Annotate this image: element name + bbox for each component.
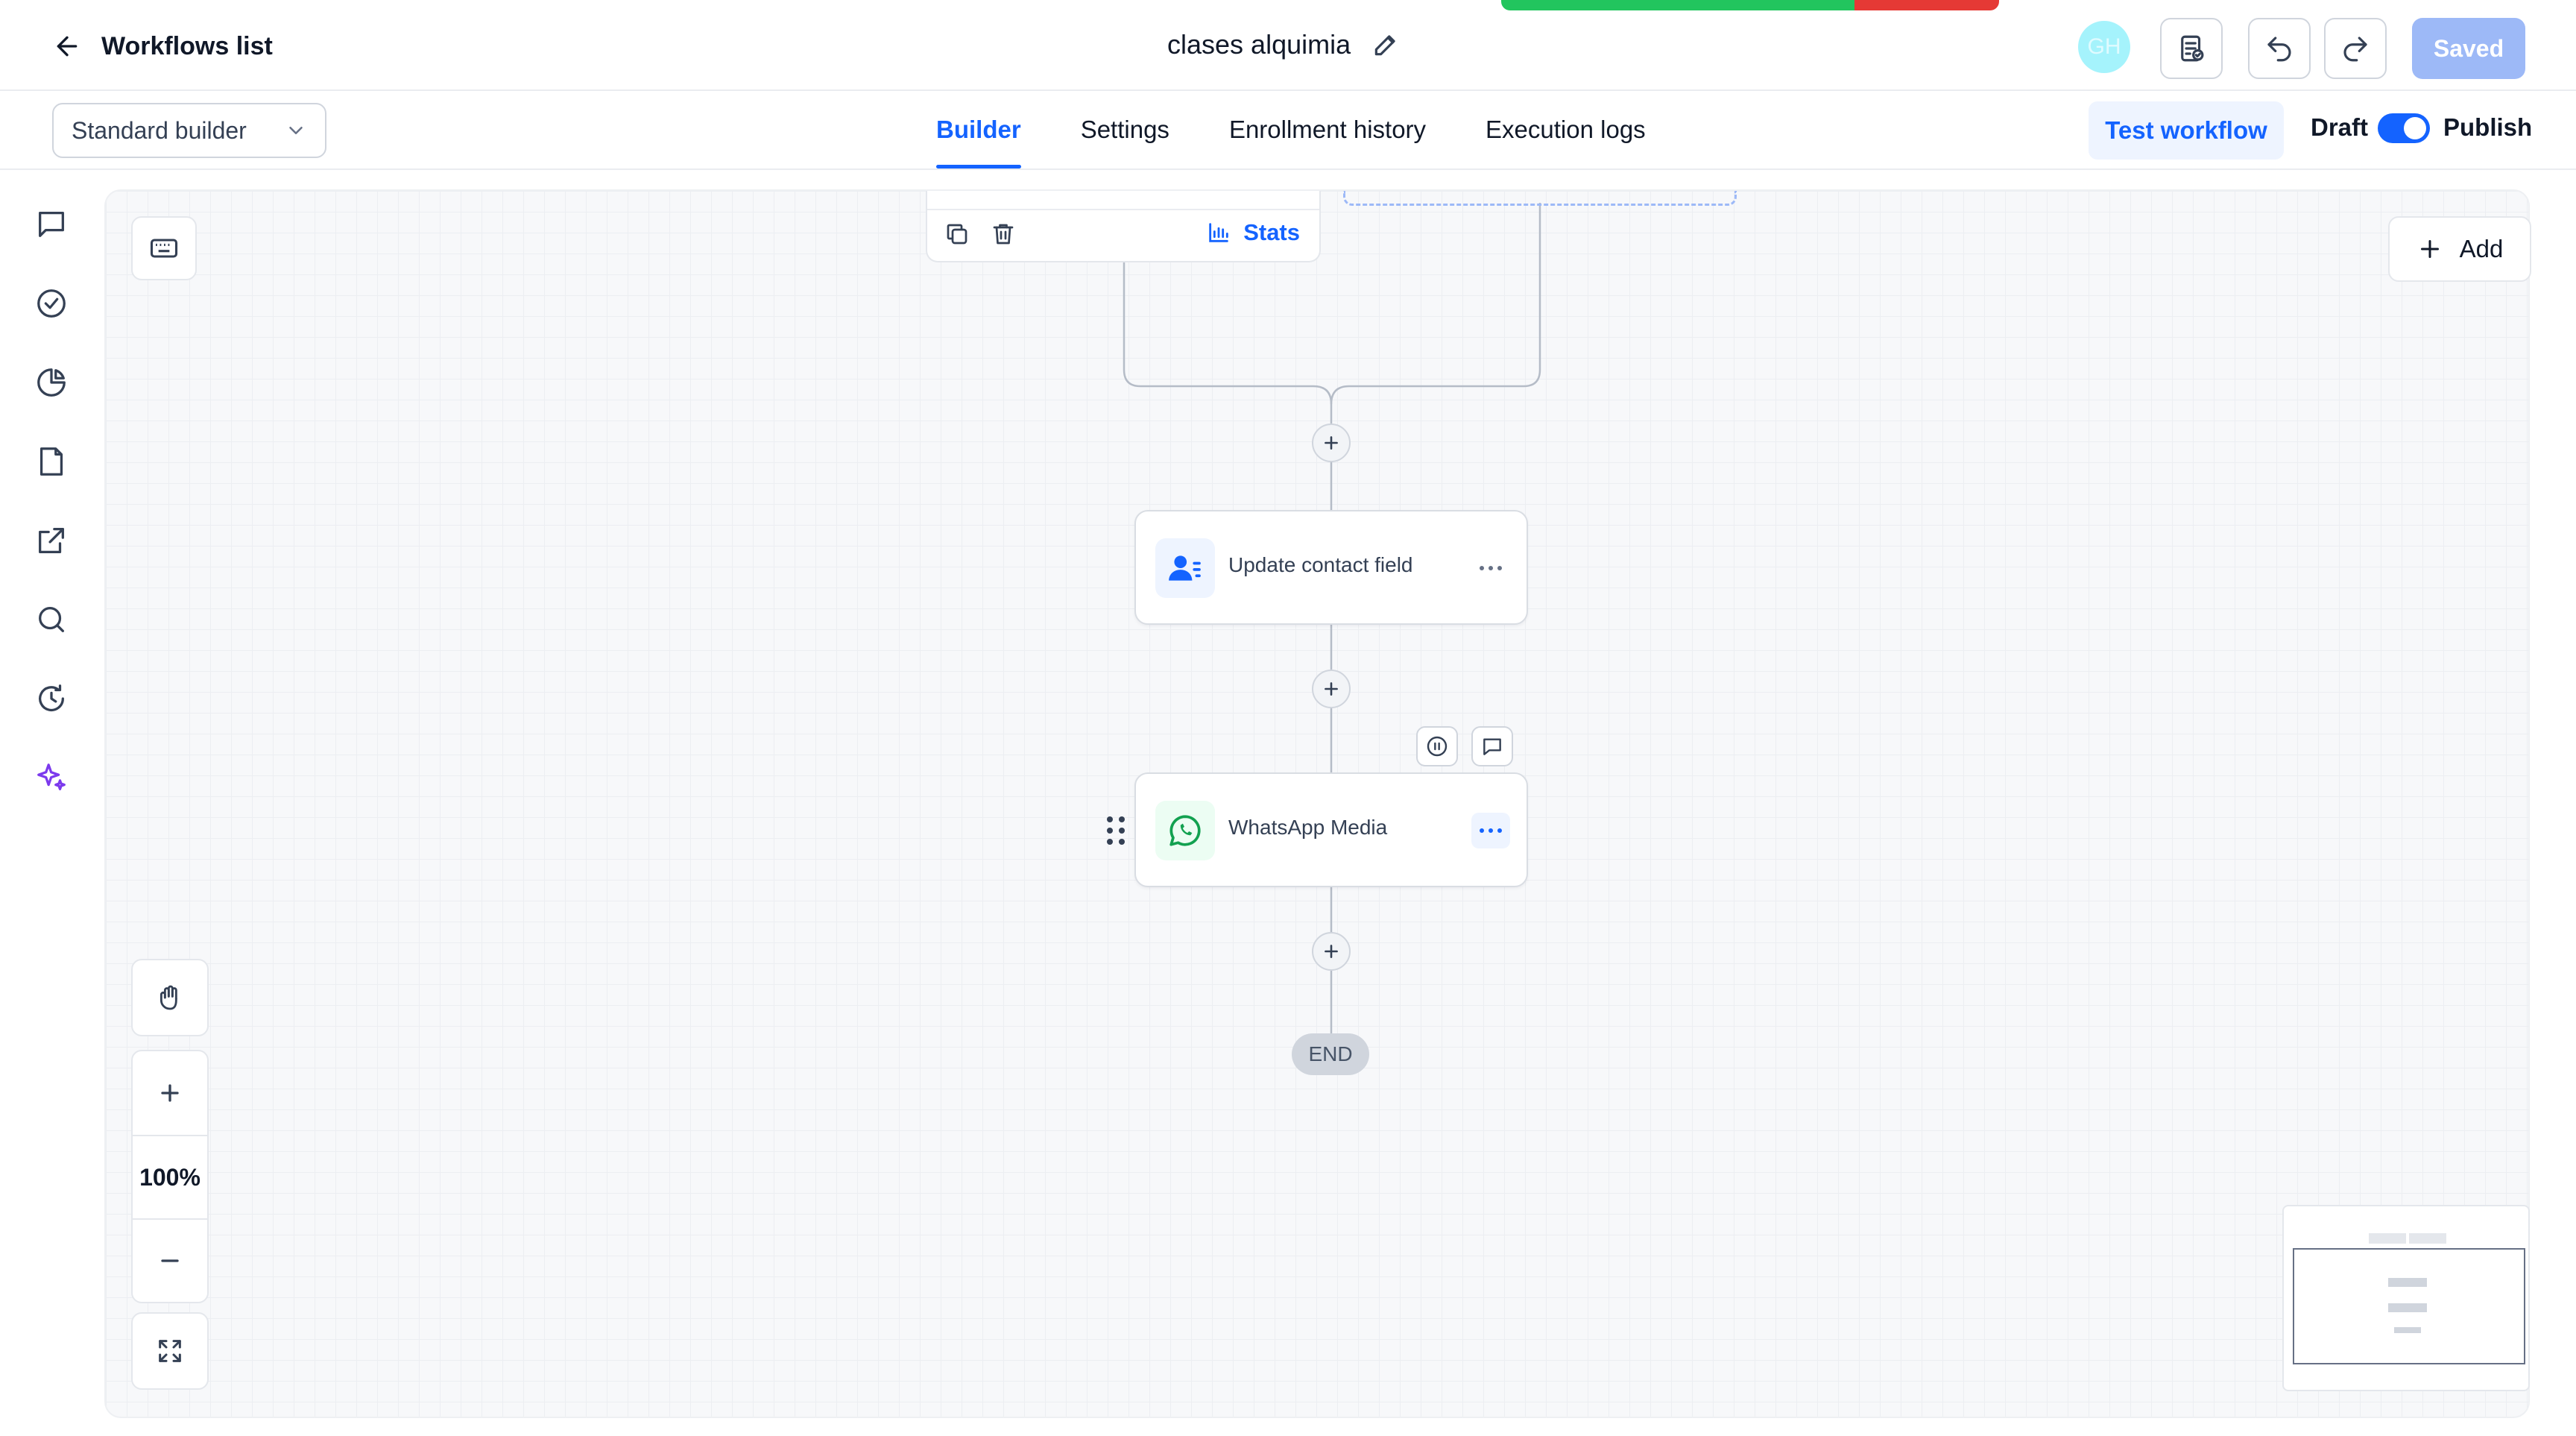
- add-step-button[interactable]: [1312, 670, 1351, 708]
- add-step-button[interactable]: [1312, 423, 1351, 462]
- node-icon-box: [1155, 801, 1215, 860]
- fit-to-screen-button[interactable]: [133, 1314, 207, 1388]
- node-label: Update contact field: [1228, 553, 1413, 576]
- fit-view-card: [131, 1312, 209, 1390]
- minimap-node: [2409, 1233, 2446, 1244]
- more-horizontal-icon: [1480, 828, 1502, 833]
- plus-icon: [1325, 436, 1338, 450]
- add-step-button[interactable]: [1312, 932, 1351, 971]
- node-icon-box: [1155, 538, 1215, 598]
- more-horizontal-icon: [1480, 566, 1502, 570]
- drag-handle[interactable]: [1103, 814, 1128, 847]
- comment-icon: [1483, 738, 1501, 755]
- contact-icon: [1169, 555, 1201, 581]
- trash-icon: [993, 224, 1014, 245]
- minimap-node: [2394, 1327, 2421, 1333]
- copy-icon: [947, 224, 967, 245]
- node-label: WhatsApp Media: [1228, 816, 1388, 839]
- action-node-update-contact-field[interactable]: Update contact field: [1134, 510, 1528, 625]
- duplicate-node-button[interactable]: [944, 221, 970, 248]
- keyboard-icon: [150, 239, 178, 258]
- minimap-node: [2388, 1278, 2427, 1287]
- hand-icon: [160, 985, 177, 1010]
- zoom-out-button[interactable]: [133, 1220, 207, 1302]
- plus-icon: [1325, 682, 1338, 696]
- minus-icon: [161, 1259, 179, 1262]
- bar-chart-icon: [1209, 223, 1228, 242]
- stats-label: Stats: [1243, 219, 1300, 245]
- pause-circle-icon: [1427, 736, 1448, 757]
- zoom-level: 100%: [133, 1135, 207, 1220]
- delete-node-button[interactable]: [990, 221, 1017, 248]
- minimap-node: [2388, 1303, 2427, 1312]
- whatsapp-icon: [1169, 815, 1201, 846]
- pause-step-button[interactable]: [1416, 726, 1458, 766]
- plus-icon: [161, 1084, 179, 1102]
- plus-icon: [1325, 945, 1338, 958]
- node-more-button[interactable]: [1471, 550, 1510, 586]
- pan-tool-button[interactable]: [133, 960, 207, 1035]
- add-note-button[interactable]: [1471, 726, 1513, 766]
- add-label: Add: [2459, 235, 2504, 262]
- action-node-whatsapp-media[interactable]: WhatsApp Media: [1134, 772, 1528, 887]
- keyboard-shortcuts-button[interactable]: [131, 216, 197, 280]
- pan-tool-card: [131, 959, 209, 1036]
- end-marker: END: [1292, 1033, 1369, 1075]
- add-element-button[interactable]: Add: [2388, 216, 2531, 282]
- minimap-node: [2369, 1233, 2406, 1244]
- node-more-button[interactable]: [1471, 813, 1510, 848]
- minimap[interactable]: [2282, 1205, 2530, 1391]
- drag-dots-icon: [1107, 816, 1125, 845]
- plus-icon: [2420, 240, 2439, 258]
- zoom-in-button[interactable]: [133, 1051, 207, 1135]
- zoom-controls: 100%: [131, 1050, 209, 1303]
- stats-button[interactable]: Stats: [1206, 219, 1300, 246]
- expand-icon: [159, 1340, 181, 1362]
- condition-node-partial[interactable]: Stats: [926, 191, 1321, 262]
- branch-placeholder-partial[interactable]: [1343, 191, 1737, 206]
- node-divider: [927, 209, 1319, 210]
